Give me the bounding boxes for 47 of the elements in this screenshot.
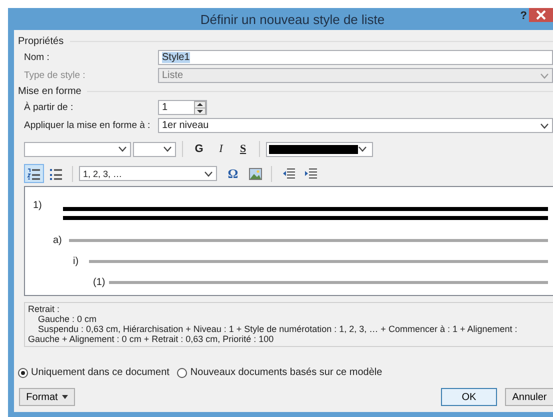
numbered-list-button[interactable] [24, 164, 44, 183]
bulleted-list-icon [49, 166, 63, 180]
help-button[interactable]: ? [520, 10, 527, 22]
ok-button[interactable]: OK [441, 388, 497, 406]
indent-icon [304, 168, 316, 180]
chevron-icon [540, 72, 549, 78]
symbol-button[interactable]: Ω [223, 164, 243, 182]
description-text: Retrait : [28, 304, 61, 314]
format-menu-button[interactable]: Format [19, 388, 75, 406]
section-heading: Propriétés [18, 36, 64, 46]
underline-button[interactable]: S [233, 140, 253, 158]
cancel-button[interactable]: Annuler [505, 388, 553, 406]
chevron-icon [204, 170, 213, 176]
numbered-list-icon [27, 166, 41, 180]
chevron-icon [118, 146, 127, 152]
description-text: Gauche : 0 cm [37, 314, 98, 324]
numbering-style-dropdown[interactable]: 1, 2, 3, … [79, 166, 217, 181]
chevron-icon [358, 146, 367, 152]
window-title: Définir un nouveau style de liste [200, 12, 385, 26]
list-marker: (1) [93, 277, 106, 288]
field-label: Nom : [24, 52, 50, 63]
apply-to-dropdown[interactable]: 1er niveau [158, 118, 553, 133]
image-icon [248, 168, 262, 180]
list-marker: 1) [33, 200, 43, 211]
chevron-icon [163, 146, 172, 152]
close-icon [536, 10, 546, 20]
close-button[interactable] [529, 8, 553, 22]
start-at-spinbox[interactable]: 1 [158, 100, 207, 115]
font-color-dropdown[interactable] [266, 142, 373, 156]
radio-button[interactable] [18, 368, 28, 378]
radio-label: Nouveaux documents basés sur ce modèle [190, 367, 382, 378]
spin-arrows-icon [194, 100, 206, 114]
field-label: Type de style : [24, 70, 86, 81]
field-label: Appliquer la mise en forme à : [24, 120, 152, 131]
section-heading: Mise en forme [18, 86, 82, 96]
caret-icon [62, 395, 68, 399]
list-marker: a) [53, 235, 63, 246]
radio-button[interactable] [177, 368, 188, 378]
bold-button[interactable]: G [189, 140, 209, 158]
radio-label: Uniquement dans ce document [31, 367, 170, 378]
description-text: Suspendu : 0,63 cm, Hiérarchisation + Niveau : 1 + Style de numérotation : 1, 2, 3, … + Commencer à : 1 + Alignement : Gauche + Alignement : 0 cm + Retrait : 0,63 cm, Priorité : 100 [28, 324, 518, 344]
list-marker: i) [73, 256, 80, 267]
outdent-icon [282, 168, 294, 180]
field-label: À partir de : [24, 102, 74, 113]
italic-button[interactable]: I [211, 140, 231, 158]
name-field[interactable]: Style1 [158, 50, 553, 65]
chevron-icon [540, 122, 549, 128]
